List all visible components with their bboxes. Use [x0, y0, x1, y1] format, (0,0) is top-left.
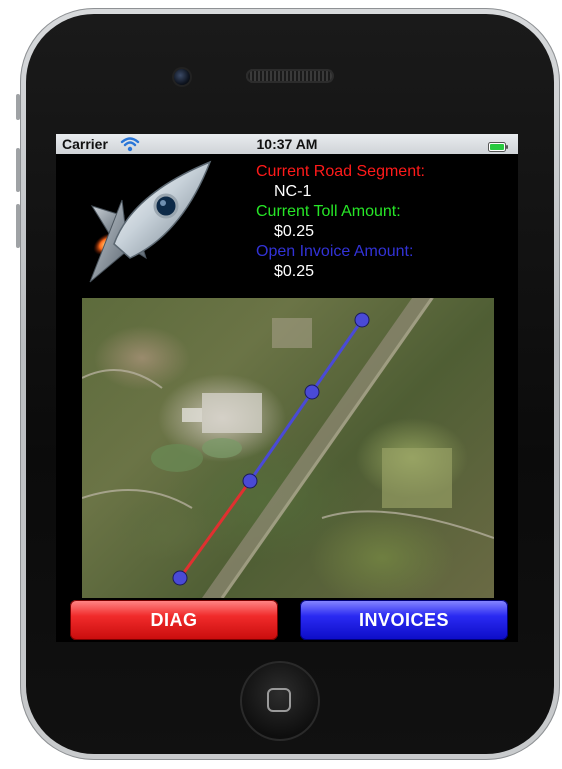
home-square-icon — [267, 688, 291, 712]
earpiece-speaker — [246, 69, 334, 83]
invoice-value: $0.25 — [274, 263, 315, 280]
diag-button[interactable]: DIAG — [70, 600, 278, 640]
home-button[interactable] — [240, 661, 320, 741]
trip-info-panel: Current Road Segment: NC-1 Current Toll … — [256, 162, 514, 282]
satellite-map[interactable] — [82, 298, 494, 598]
battery-full-icon — [488, 139, 508, 152]
invoice-label: Open Invoice Amount: — [256, 243, 414, 260]
mute-switch — [16, 94, 20, 120]
volume-down-button — [16, 204, 20, 248]
toll-label: Current Toll Amount: — [256, 203, 401, 220]
app-screen: Carrier 10:37 AM Current Road Segment: N… — [56, 134, 518, 642]
segment-label: Current Road Segment: — [256, 163, 425, 180]
map-terrain — [82, 298, 494, 598]
route-node-mid-2[interactable] — [304, 384, 320, 400]
toll-value: $0.25 — [274, 223, 315, 240]
segment-value: NC-1 — [274, 183, 312, 200]
status-bar: Carrier 10:37 AM — [56, 134, 518, 154]
status-time: 10:37 AM — [256, 136, 318, 152]
route-node-mid-1[interactable] — [242, 473, 258, 489]
route-node-start[interactable] — [172, 570, 188, 586]
rocket-icon — [62, 154, 222, 294]
route-node-end[interactable] — [354, 312, 370, 328]
volume-up-button — [16, 148, 20, 192]
invoices-button[interactable]: INVOICES — [300, 600, 508, 640]
front-camera — [174, 69, 190, 85]
